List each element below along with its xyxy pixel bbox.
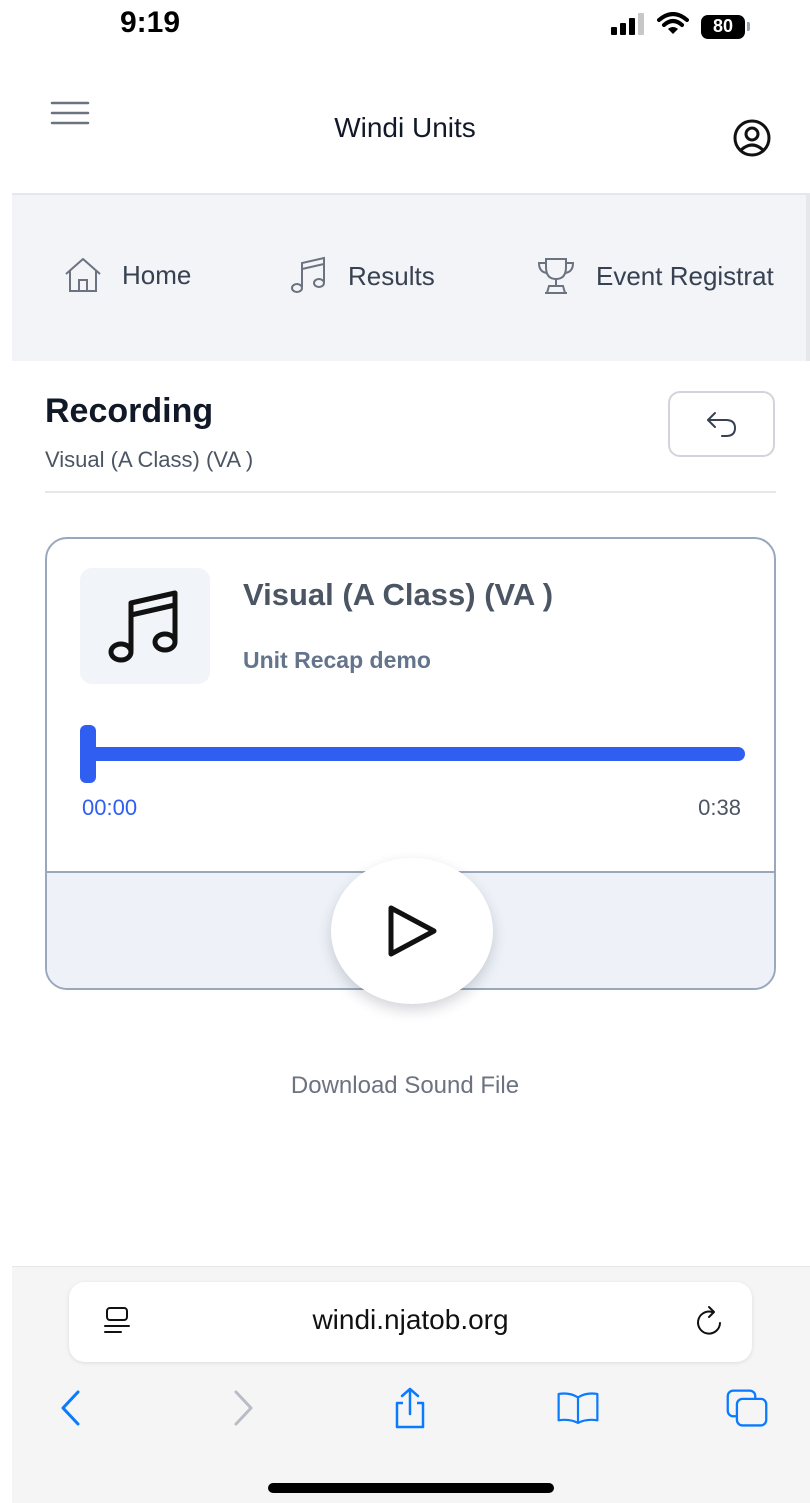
nav-item-home[interactable]: Home [62, 255, 191, 295]
play-button[interactable] [331, 858, 493, 1004]
reload-icon [697, 1306, 721, 1335]
share-button[interactable] [388, 1386, 432, 1430]
nav-bar: Home Results Event Registrat [12, 195, 810, 361]
user-circle-icon [733, 119, 771, 157]
trophy-icon [534, 255, 578, 297]
nav-label-event-registration: Event Registrat [596, 260, 774, 291]
browser-back-button[interactable] [48, 1386, 92, 1430]
music-note-icon [108, 590, 178, 663]
nav-item-event-registration[interactable]: Event Registrat [534, 255, 774, 297]
bookmarks-button[interactable] [556, 1386, 600, 1430]
page: 9:19 80 Windi Units Home Results Event R… [0, 0, 810, 1503]
track-subtitle: Unit Recap demo [243, 647, 431, 673]
progress-handle[interactable] [80, 725, 96, 783]
browser-forward-button[interactable] [222, 1386, 266, 1430]
account-button[interactable] [730, 116, 774, 160]
reload-button[interactable] [694, 1304, 726, 1343]
total-duration: 0:38 [698, 795, 741, 820]
download-sound-file-link[interactable]: Download Sound File [0, 1072, 810, 1100]
nav-label-results: Results [348, 260, 435, 291]
wifi-icon [657, 12, 689, 41]
battery-icon: 80 [701, 14, 745, 39]
address-bar[interactable]: windi.njatob.org [69, 1282, 752, 1362]
nav-item-results[interactable]: Results [290, 255, 435, 297]
tabs-button[interactable] [725, 1386, 769, 1430]
battery-tip [747, 22, 750, 31]
chevron-right-icon [234, 1390, 253, 1426]
cellular-signal-icon [611, 13, 645, 40]
page-title: Recording [45, 392, 214, 430]
tabs-icon [726, 1389, 768, 1427]
music-note-icon [290, 255, 330, 297]
app-title: Windi Units [334, 112, 476, 143]
chevron-left-icon [61, 1390, 80, 1426]
current-time: 00:00 [82, 795, 138, 820]
home-icon [62, 255, 104, 295]
home-indicator [268, 1483, 554, 1493]
nav-label-home: Home [122, 259, 192, 290]
undo-arrow-icon [706, 412, 736, 437]
open-book-icon [557, 1392, 599, 1425]
track-title: Visual (A Class) (VA ) [243, 577, 554, 612]
section-divider [45, 491, 776, 493]
back-button[interactable] [668, 391, 775, 457]
track-artwork [80, 568, 210, 684]
progress-slider[interactable] [80, 725, 745, 783]
page-subtitle: Visual (A Class) (VA ) [45, 447, 254, 472]
play-icon [388, 905, 437, 957]
url-text: windi.njatob.org [312, 1304, 509, 1335]
share-icon [395, 1387, 425, 1429]
status-indicators: 80 [611, 12, 750, 41]
status-time: 9:19 [120, 6, 181, 39]
